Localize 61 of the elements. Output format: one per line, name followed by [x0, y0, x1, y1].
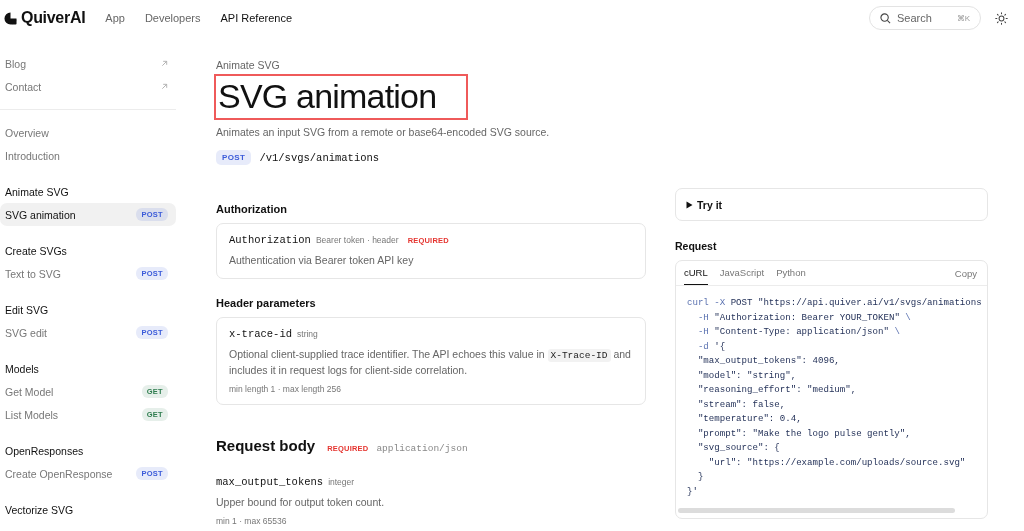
nav-link[interactable]: Developers: [144, 12, 201, 24]
logo-icon: [4, 11, 17, 25]
parameter-constraints: min length 1 · max length 256: [229, 384, 342, 394]
parameter-type: Bearer token · header: [315, 235, 399, 245]
nav-link[interactable]: API Reference: [220, 12, 293, 24]
breadcrumb: Animate SVG: [216, 59, 281, 71]
sidebar-item[interactable]: Introduction: [0, 144, 176, 167]
search-icon: [880, 12, 891, 24]
code-line: "svg_source": {: [696, 441, 781, 455]
parameter-type: string: [297, 329, 318, 339]
parameter-name: x-trace-id: [229, 328, 292, 340]
section-heading: Request body: [216, 437, 316, 454]
code-line: }': [687, 484, 699, 499]
section-heading: Header parameters: [216, 297, 317, 309]
sidebar-group-title: Animate SVG: [4, 184, 70, 200]
field-type: integer: [328, 477, 355, 487]
content-type: application/json: [376, 443, 468, 454]
code-line: -H "Authorization: Bearer YOUR_TOKEN" \: [696, 310, 912, 325]
page-description: Animates an input SVG from a remote or base64-encoded SVG source.: [216, 126, 551, 138]
section-heading: Authorization: [216, 203, 288, 215]
method-badge: POST: [216, 150, 252, 165]
sidebar-group-title: Vectorize SVG: [4, 502, 75, 518]
nav-link[interactable]: App: [105, 12, 125, 24]
shortcut-hint: ⌘K: [956, 13, 970, 23]
code-tab[interactable]: cURL: [684, 261, 708, 285]
try-it-toggle[interactable]: Try it: [675, 188, 988, 221]
code-tab[interactable]: JavaScript: [719, 261, 765, 285]
parameter-name: Authorization: [229, 234, 311, 246]
code-line: "temperature": 0.4,: [696, 412, 803, 426]
external-link-icon: [161, 60, 168, 67]
code-line: "url": "https://example.com/uploads/source.svg": [707, 455, 967, 470]
scrollbar[interactable]: [678, 508, 955, 513]
sidebar-link[interactable]: Blog: [0, 52, 176, 75]
field-description: Upper bound for output token count.: [216, 495, 386, 510]
sun-icon[interactable]: [995, 11, 1008, 25]
code-line: "reasoning_effort": "medium",: [696, 383, 858, 397]
brand-name[interactable]: QuiverAI: [21, 9, 86, 27]
code-tab[interactable]: Python: [776, 261, 806, 285]
sidebar-group-title: Edit SVG: [4, 302, 50, 318]
code-line: "stream": false,: [696, 397, 787, 412]
sidebar-item[interactable]: Overview: [0, 121, 176, 144]
field-name: max_output_tokens: [216, 476, 324, 488]
endpoint-path: /v1/svgs/animations: [259, 151, 380, 164]
sidebar-group-title: Models: [4, 361, 40, 377]
field-constraints: min 1 · max 65536: [216, 516, 288, 526]
page-title: SVG animation: [214, 74, 469, 120]
code-line: -H "Content-Type: application/json" \: [696, 325, 901, 339]
sidebar-link[interactable]: Contact: [0, 75, 176, 98]
code-line: "max_output_tokens": 4096,: [696, 354, 841, 368]
code-line: "model": "string",: [696, 368, 798, 383]
copy-button[interactable]: Copy: [954, 261, 977, 285]
sidebar-group-title: OpenResponses: [4, 443, 85, 459]
section-heading: Request: [675, 240, 718, 252]
code-line: -d '{: [696, 339, 727, 354]
parameter-description: Optional client-supplied trace identifier. The API echoes this value in X-Trace-ID and includes it in request logs for client-side correlation.: [229, 347, 632, 378]
parameter-description: Authentication via Bearer token API key: [229, 253, 415, 268]
code-line: }: [696, 470, 705, 484]
code-line: curl -X POST "https://api.quiver.ai/v1/svgs/animations: [687, 296, 983, 310]
sidebar-group-title: Create SVGs: [4, 243, 68, 259]
code-line: "prompt": "Make the logo pulse gently",: [696, 426, 912, 441]
external-link-icon: [161, 83, 168, 90]
